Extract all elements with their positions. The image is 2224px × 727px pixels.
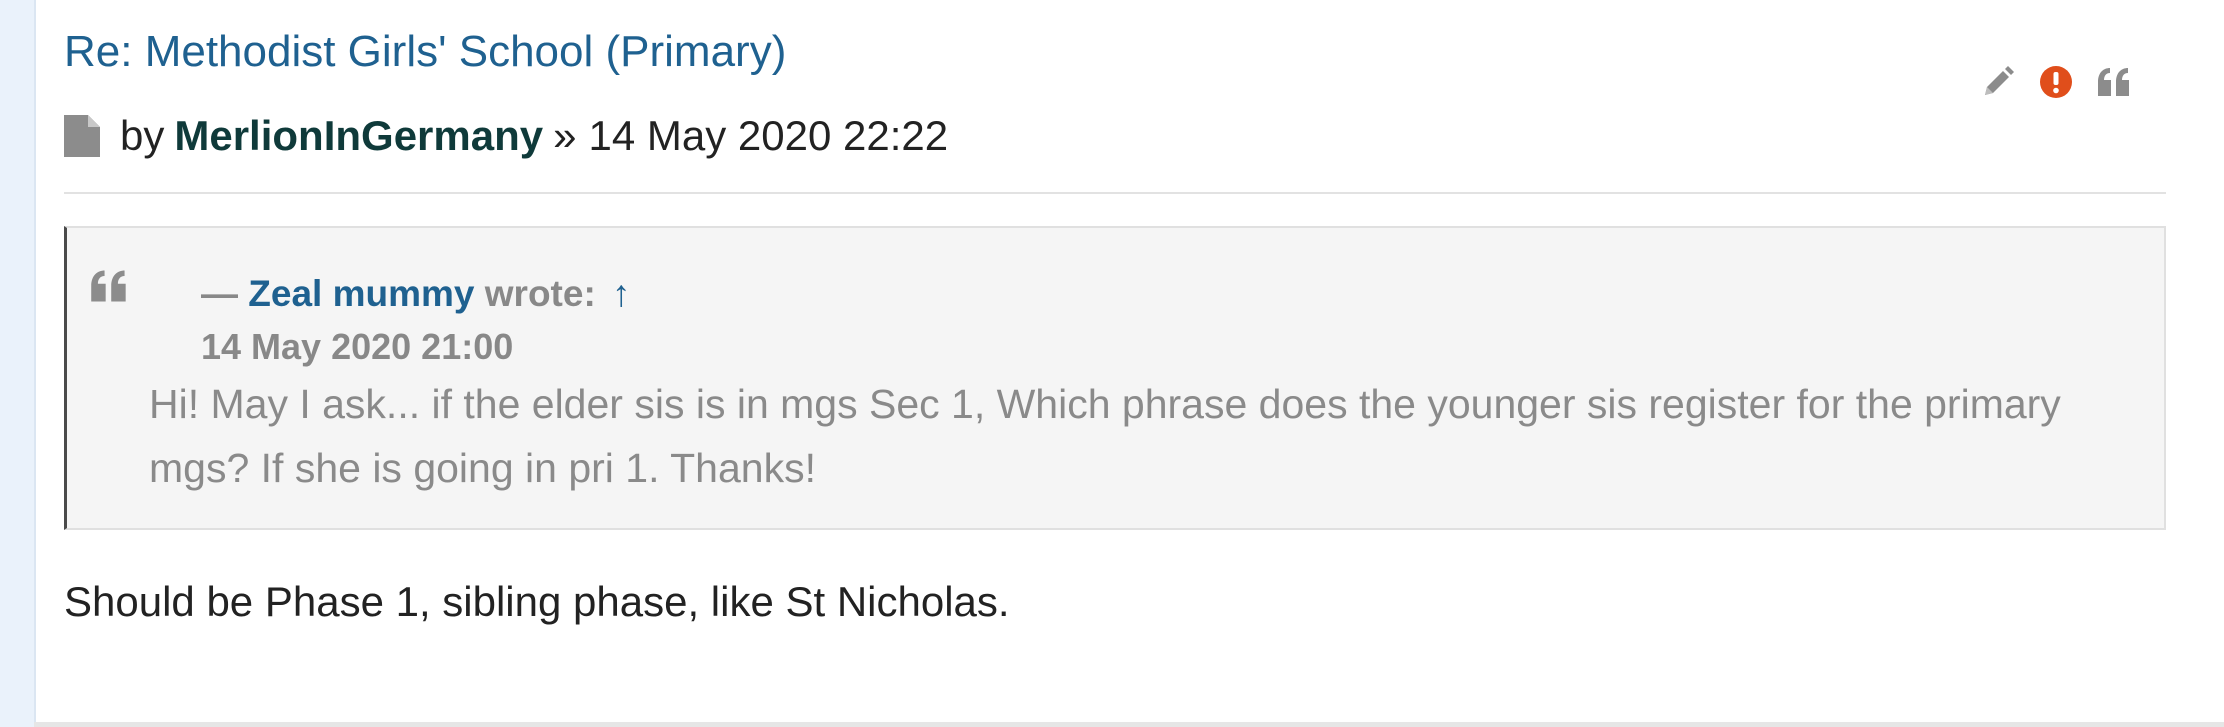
post-actions: [1980, 62, 2132, 102]
post-content: Should be Phase 1, sibling phase, like S…: [64, 578, 1010, 625]
citation-dash: —: [201, 273, 238, 314]
pencil-icon[interactable]: [1980, 62, 2016, 102]
quoted-message: — Zeal mummy wrote: ↑ 14 May 2020 21:00 …: [64, 226, 2166, 530]
byline-separator: »: [553, 112, 577, 159]
exclamation-circle-icon[interactable]: [2038, 62, 2074, 102]
post-bottom-divider: [34, 722, 2224, 727]
header-divider: [64, 192, 2166, 194]
by-label: by: [120, 112, 165, 159]
quote-mark-icon: [89, 268, 129, 308]
quote-text: Hi! May I ask... if the elder sis is in …: [149, 381, 2061, 491]
file-icon[interactable]: [64, 115, 100, 157]
quote-date: 14 May 2020 21:00: [201, 326, 514, 367]
post-title[interactable]: Re: Methodist Girls' School (Primary): [64, 22, 786, 82]
quoted-author-link[interactable]: Zeal mummy: [248, 273, 474, 314]
left-sidebar-strip: [0, 0, 36, 727]
post-author-link[interactable]: MerlionInGermany: [174, 112, 543, 160]
post-date: 14 May 2020 22:22: [588, 112, 949, 159]
jump-to-post-link[interactable]: ↑: [612, 273, 631, 314]
quote-icon[interactable]: [2096, 62, 2132, 102]
forum-post: Re: Methodist Girls' School (Primary) by…: [64, 0, 2166, 722]
quote-citation: — Zeal mummy wrote: ↑: [201, 264, 631, 324]
post-byline: by MerlionInGermany » 14 May 2020 22:22: [64, 106, 948, 166]
wrote-label: wrote:: [484, 273, 596, 314]
